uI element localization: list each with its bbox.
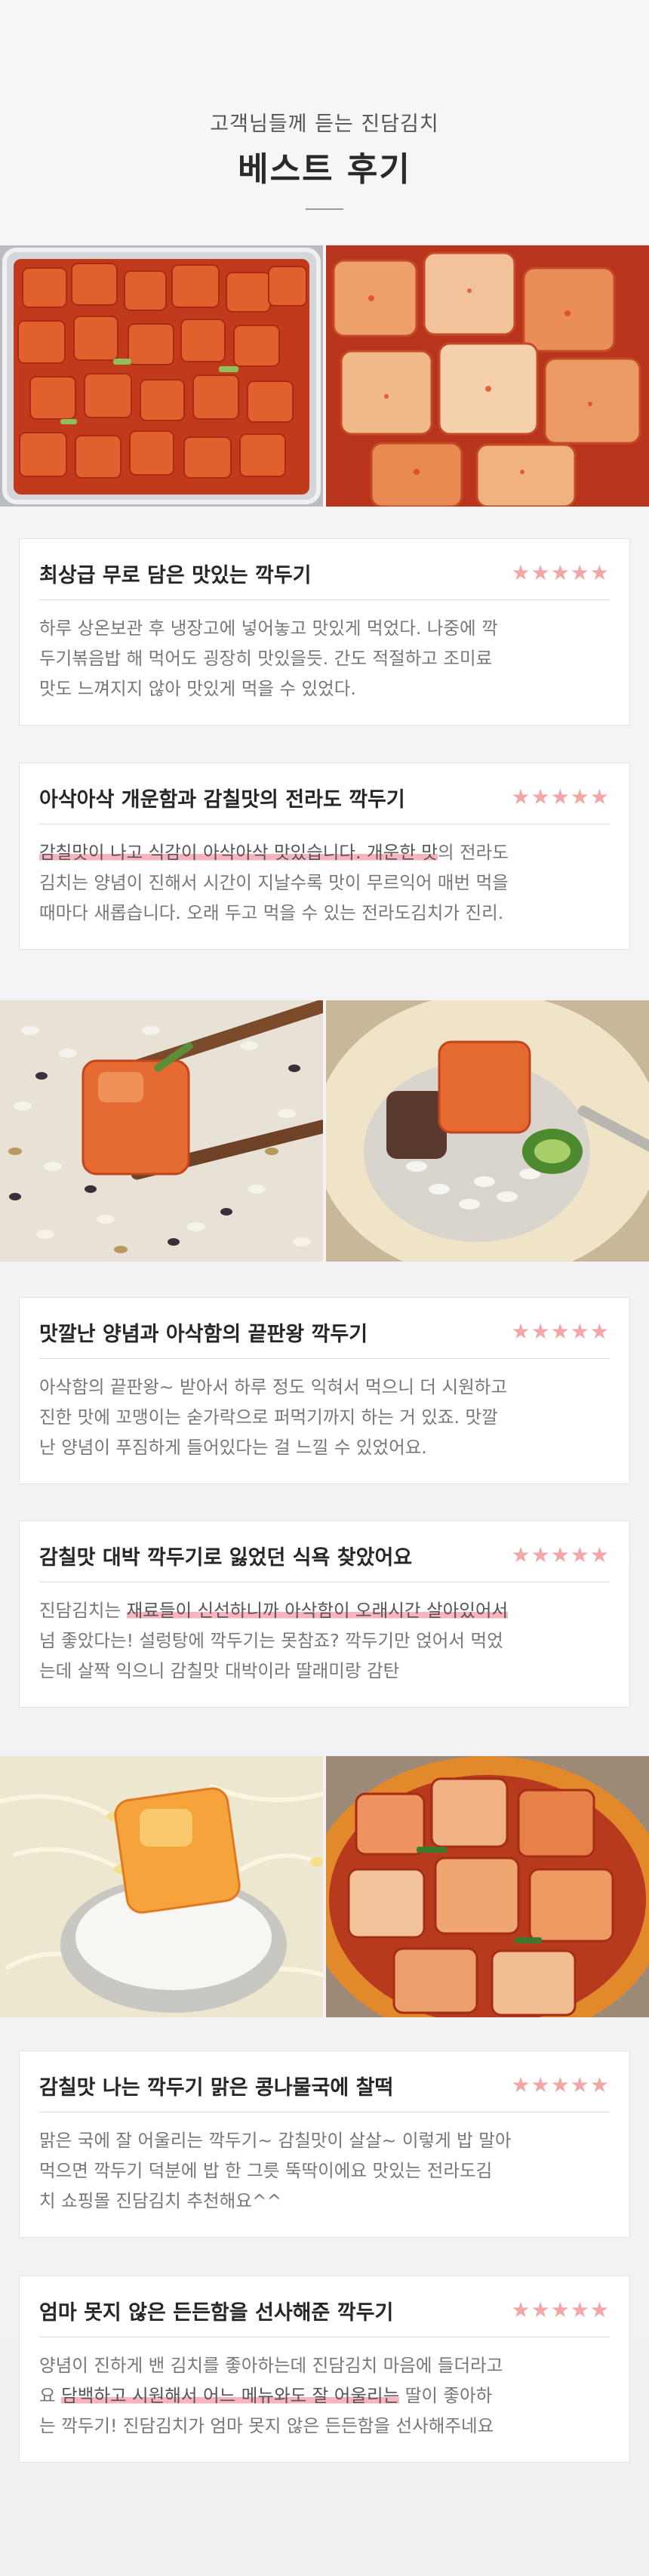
kkakdugi-chopsticks-rice-photo: [0, 1000, 323, 1262]
review-body: 진담김치는 재료들이 신선하니까 아삭함이 오래시간 살아있어서 넘 좋았다는!…: [39, 1595, 613, 1686]
review-body: 맑은 국에 잘 어울리는 깍두기~ 감칠맛이 살살~ 이렇게 밥 말아 먹으면 …: [39, 2125, 613, 2216]
review-line: 진담김치는 재료들이 신선하니까 아삭함이 오래시간 살아있어서: [39, 1600, 509, 1621]
review-card: 감칠맛 대박 깍두기로 잃었던 식욕 찾았어요 ★★★★★ 진담김치는 재료들이…: [19, 1521, 630, 1708]
review-line: 두기볶음밥 해 먹어도 굉장히 맛있을듯. 간도 적절하고 조미료: [39, 648, 493, 669]
rating-stars: ★★★★★: [511, 784, 610, 809]
highlighted-phrase: 감칠맛이 나고 식감이 아삭아삭 맛있습니다. 개운한 맛: [39, 842, 438, 863]
review-line: 맛도 느껴지지 않아 맛있게 먹을 수 있었다.: [39, 678, 356, 699]
kkakdugi-bowl-photo: [326, 1756, 649, 2017]
title-divider: [306, 208, 343, 210]
photo-row-2: [0, 1000, 649, 1262]
photo-row-3: [0, 1756, 649, 2017]
review-body: 하루 상온보관 후 냉장고에 넣어놓고 맛있게 먹었다. 나중에 깍 두기볶음밥…: [39, 613, 613, 704]
review-card: 감칠맛 나는 깍두기 맑은 콩나물국에 찰떡 ★★★★★ 맑은 국에 잘 어울리…: [19, 2051, 630, 2238]
section-subtitle: 고객님들께 듣는 진담김치: [210, 112, 439, 136]
kkakdugi-bean-sprout-soup-photo: [0, 1756, 323, 2017]
review-body: 양념이 진하게 밴 김치를 좋아하는데 진담김치 마음에 들더라고 요 담백하고…: [39, 2350, 613, 2441]
review-line: 먹으면 깍두기 덕분에 밥 한 그릇 뚝딱이에요 맛있는 전라도김: [39, 2160, 493, 2181]
review-title: 감칠맛 나는 깍두기 맑은 콩나물국에 찰떡: [39, 2076, 394, 2100]
review-line: 김치는 양념이 진해서 시간이 지날수록 맛이 무르익어 매번 먹을: [39, 872, 509, 893]
rating-stars: ★★★★★: [511, 1319, 610, 1344]
review-line: 는데 살짝 익으니 감칠맛 대박이라 딸래미랑 감탄: [39, 1660, 400, 1681]
review-line: 요 담백하고 시원해서 어느 메뉴와도 잘 어울리는 딸이 좋아하: [39, 2385, 493, 2406]
section-header: 고객님들께 듣는 진담김치 베스트 후기: [0, 0, 649, 242]
review-card: 최상급 무로 담은 맛있는 깍두기 ★★★★★ 하루 상온보관 후 냉장고에 넣…: [19, 538, 630, 726]
highlighted-phrase: 담백하고 시원해서 어느 메뉴와도 잘 어울리는: [61, 2385, 400, 2406]
review-body: 아삭함의 끝판왕~ 받아서 하루 정도 익혀서 먹으니 더 시원하고 진한 맛에…: [39, 1372, 613, 1462]
review-card: 아삭아삭 개운함과 감칠맛의 전라도 깍두기 ★★★★★ 감칠맛이 나고 식감이…: [19, 763, 630, 950]
review-line: 맑은 국에 잘 어울리는 깍두기~ 감칠맛이 살살~ 이렇게 밥 말아: [39, 2130, 512, 2151]
review-line: 양념이 진하게 밴 김치를 좋아하는데 진담김치 마음에 들더라고: [39, 2355, 503, 2376]
review-line: 아삭함의 끝판왕~ 받아서 하루 정도 익혀서 먹으니 더 시원하고: [39, 1376, 507, 1397]
review-line: 감칠맛이 나고 식감이 아삭아삭 맛있습니다. 개운한 맛의 전라도: [39, 842, 509, 863]
review-card: 맛깔난 양념과 아삭함의 끝판왕 깍두기 ★★★★★ 아삭함의 끝판왕~ 받아서…: [19, 1297, 630, 1484]
review-line: 진한 맛에 꼬맹이는 숟가락으로 퍼먹기까지 하는 거 있죠. 맛깔: [39, 1407, 498, 1428]
rating-stars: ★★★★★: [511, 2297, 610, 2322]
review-line: 치 쇼핑몰 진담김치 추천해요^^: [39, 2190, 282, 2211]
review-title: 맛깔난 양념과 아삭함의 끝판왕 깍두기: [39, 1323, 368, 1346]
photo-row-1: [0, 245, 649, 507]
review-title: 최상급 무로 담은 맛있는 깍두기: [39, 564, 312, 587]
review-title: 감칠맛 대박 깍두기로 잃었던 식욕 찾았어요: [39, 1546, 413, 1570]
section-title: 베스트 후기: [238, 150, 411, 189]
review-divider: [39, 1358, 610, 1359]
rating-stars: ★★★★★: [511, 560, 610, 585]
review-line: 는 깍두기! 진담김치가 엄마 못지 않은 든든함을 선사해주네요: [39, 2415, 494, 2436]
kkakdugi-container-photo: [0, 245, 323, 507]
highlighted-phrase: 재료들이 신선하니까 아삭함이 오래시간 살아있어서: [126, 1600, 509, 1621]
review-title: 아삭아삭 개운함과 감칠맛의 전라도 깍두기: [39, 788, 405, 812]
review-divider: [39, 599, 610, 600]
kkakdugi-spoon-rice-photo: [326, 1000, 649, 1262]
review-line: 하루 상온보관 후 냉장고에 넣어놓고 맛있게 먹었다. 나중에 깍: [39, 618, 498, 639]
review-line: 때마다 새롭습니다. 오래 두고 먹을 수 있는 전라도김치가 진리.: [39, 902, 504, 923]
review-line: 난 양념이 푸짐하게 들어있다는 걸 느낄 수 있었어요.: [39, 1437, 427, 1458]
review-body: 감칠맛이 나고 식감이 아삭아삭 맛있습니다. 개운한 맛의 전라도 김치는 양…: [39, 837, 613, 928]
review-line: 넘 좋았다는! 설렁탕에 깍두기는 못참죠? 깍두기만 얹어서 먹었: [39, 1630, 503, 1651]
review-title: 엄마 못지 않은 든든함을 선사해준 깍두기: [39, 2301, 394, 2325]
rating-stars: ★★★★★: [511, 2072, 610, 2097]
rating-stars: ★★★★★: [511, 1542, 610, 1567]
review-card: 엄마 못지 않은 든든함을 선사해준 깍두기 ★★★★★ 양념이 진하게 밴 김…: [19, 2276, 630, 2463]
kkakdugi-closeup-photo: [326, 245, 649, 507]
